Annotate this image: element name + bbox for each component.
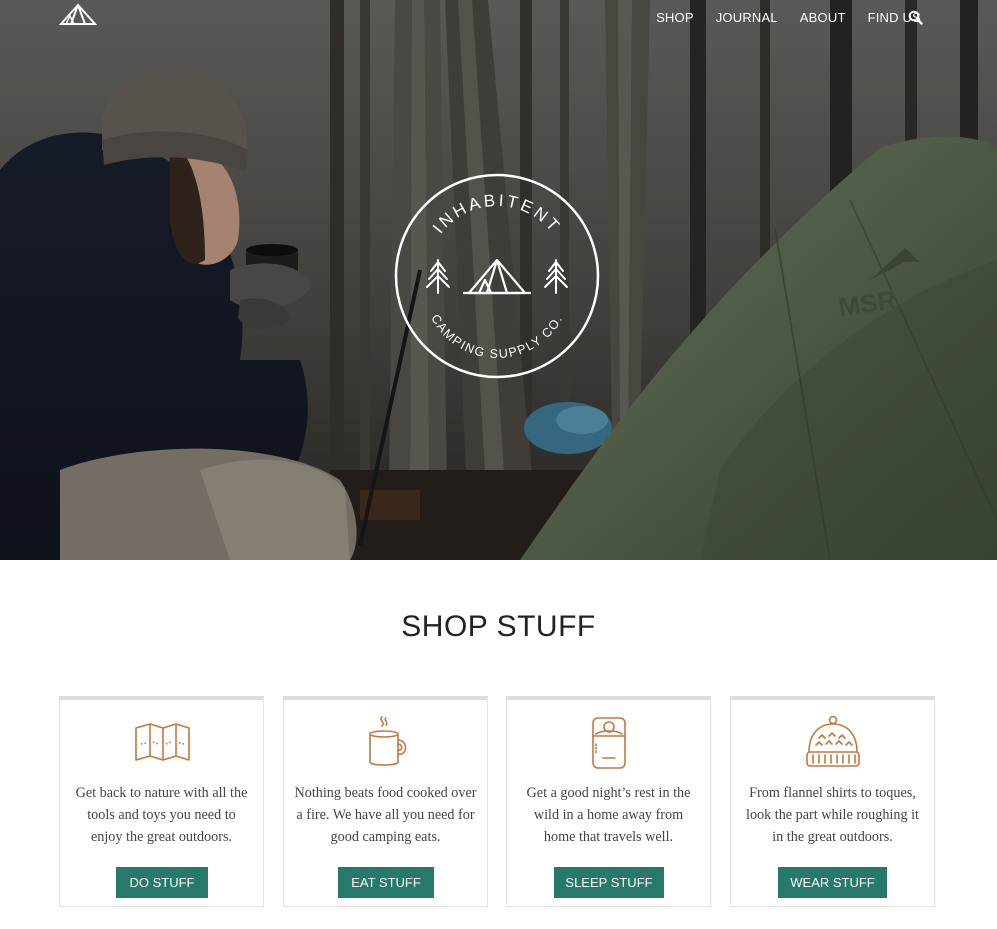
pine-tree-icon <box>426 259 450 294</box>
card-description: Nothing beats food cooked over a fire. W… <box>294 785 477 845</box>
tent-logo-icon[interactable] <box>58 2 98 26</box>
main-navigation: SHOP JOURNAL ABOUT FIND US <box>634 10 921 26</box>
mug-icon <box>369 716 407 766</box>
shop-card-wear-stuff: From flannel shirts to toques, look the … <box>730 696 935 907</box>
card-description: Get a good night’s rest in the wild in a… <box>526 785 691 845</box>
shop-card-sleep-stuff: Get a good night’s rest in the wild in a… <box>506 696 711 907</box>
shop-heading: SHOP STUFF <box>401 610 596 643</box>
sleeping-bag-icon <box>592 717 626 769</box>
eat-stuff-button[interactable]: EAT STUFF <box>338 867 434 898</box>
sleep-stuff-button[interactable]: SLEEP STUFF <box>554 867 664 898</box>
shop-card-do-stuff: Get back to nature with all the tools an… <box>59 696 264 907</box>
nav-about-link[interactable]: ABOUT <box>800 10 846 26</box>
tent-icon <box>463 258 531 295</box>
shop-card-eat-stuff: Nothing beats food cooked over a fire. W… <box>283 696 488 907</box>
svg-text:CAMPING SUPPLY CO.: CAMPING SUPPLY CO. <box>428 312 565 361</box>
toque-icon <box>806 715 860 767</box>
card-description: Get back to nature with all the tools an… <box>75 785 248 845</box>
pine-tree-icon <box>544 259 568 294</box>
wear-stuff-button[interactable]: WEAR STUFF <box>778 867 887 898</box>
do-stuff-button[interactable]: DO STUFF <box>116 867 208 898</box>
search-icon[interactable] <box>908 10 923 25</box>
svg-text:INHABITENT: INHABITENT <box>429 191 565 237</box>
hero-section: MSR SHOP JOURNAL ABOUT FIND US INHABITEN… <box>0 0 997 560</box>
badge-emblem: INHABITENT CAMPING SUPPLY CO. <box>394 173 600 379</box>
map-icon <box>135 723 190 761</box>
brand-badge: INHABITENT CAMPING SUPPLY CO. INHABITENT… <box>393 172 601 380</box>
card-description: From flannel shirts to toques, look the … <box>746 785 919 845</box>
nav-journal-link[interactable]: JOURNAL <box>716 10 778 26</box>
nav-shop-link[interactable]: SHOP <box>656 10 694 26</box>
